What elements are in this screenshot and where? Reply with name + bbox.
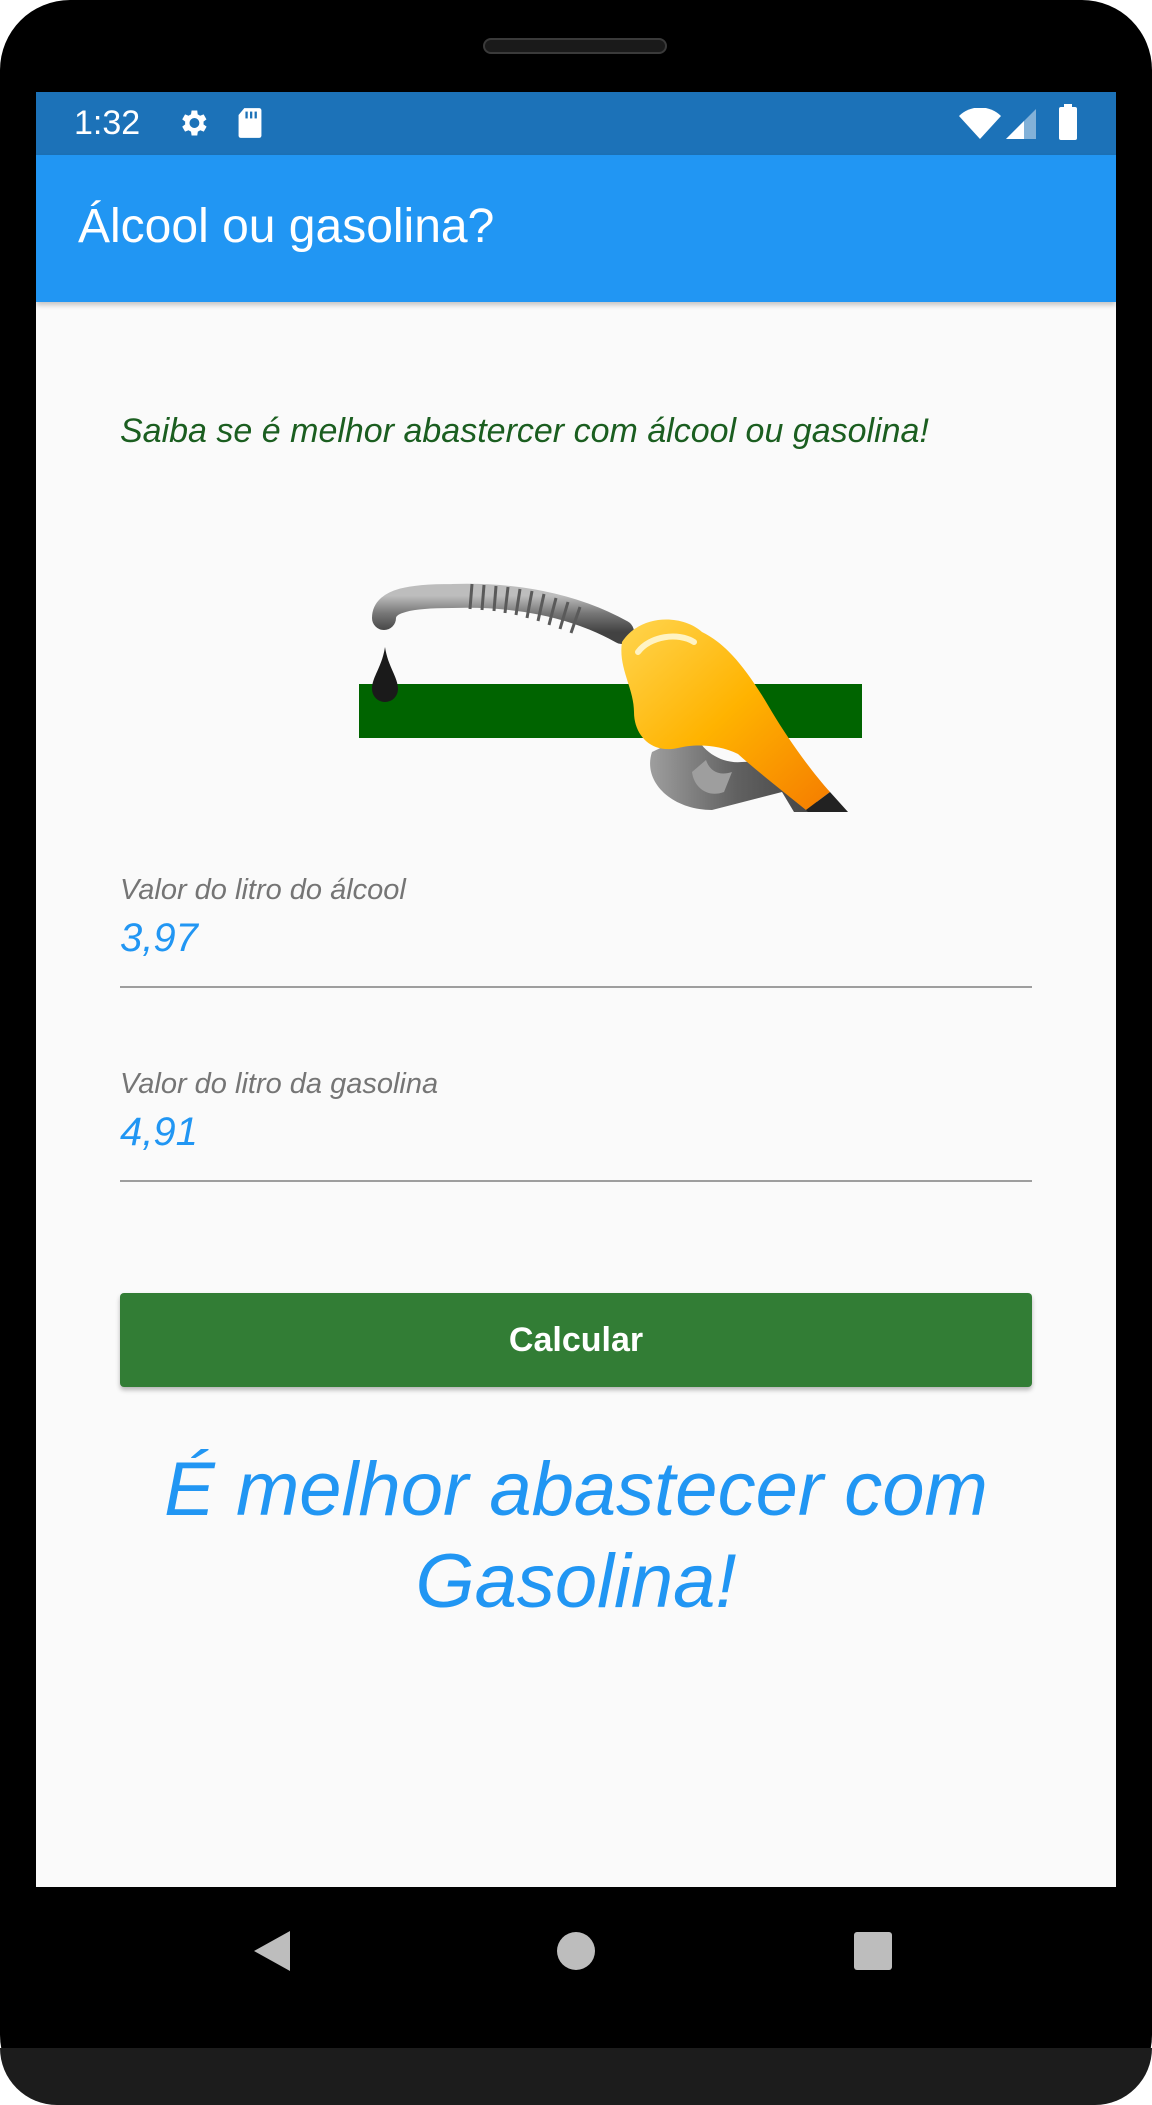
recent-apps-icon[interactable]: [852, 1930, 894, 1972]
sd-card-icon: [238, 108, 262, 138]
alcohol-field-label: Valor do litro do álcool: [120, 874, 406, 906]
result-text: É melhor abastecer com Gasolina!: [76, 1444, 1076, 1628]
gear-icon: [182, 110, 207, 136]
gasoline-field: Valor do litro da gasolina: [120, 1066, 1032, 1186]
phone-frame: 1:32 Álcool ou gasolina? Saiba se é melh…: [0, 0, 1152, 2105]
result-line-1: É melhor abastecer com: [164, 1447, 988, 1532]
screen: 1:32 Álcool ou gasolina? Saiba se é melh…: [36, 92, 1116, 1887]
alcohol-price-input[interactable]: [120, 908, 1032, 968]
fuel-pump-nozzle-icon: [359, 583, 862, 812]
back-icon[interactable]: [250, 1929, 294, 1973]
gasoline-price-input[interactable]: [120, 1102, 1032, 1162]
status-time: 1:32: [74, 104, 141, 142]
alcohol-field: Valor do litro do álcool: [120, 872, 1032, 992]
home-icon[interactable]: [555, 1930, 597, 1972]
logo-green-bar: [359, 684, 862, 738]
gasoline-field-underline: [120, 1180, 1032, 1182]
fuel-drop: [372, 647, 398, 702]
speaker-grille: [483, 38, 667, 54]
intro-text: Saiba se é melhor abastercer com álcool …: [120, 412, 929, 450]
battery-icon: [1059, 104, 1077, 140]
result-line-2: Gasolina!: [415, 1539, 737, 1624]
gasoline-field-label: Valor do litro da gasolina: [120, 1068, 439, 1100]
navigation-bar: [0, 1887, 1152, 2007]
cell-signal-icon: [1006, 109, 1036, 139]
bottom-bezel: [0, 2048, 1152, 2105]
wifi-icon: [959, 108, 1001, 139]
page-title: Álcool ou gasolina?: [78, 200, 495, 253]
status-bar: 1:32: [36, 92, 1116, 155]
app-bar: Álcool ou gasolina?: [36, 155, 1116, 302]
calculate-button[interactable]: Calcular: [120, 1293, 1032, 1387]
alcohol-field-underline: [120, 986, 1032, 988]
